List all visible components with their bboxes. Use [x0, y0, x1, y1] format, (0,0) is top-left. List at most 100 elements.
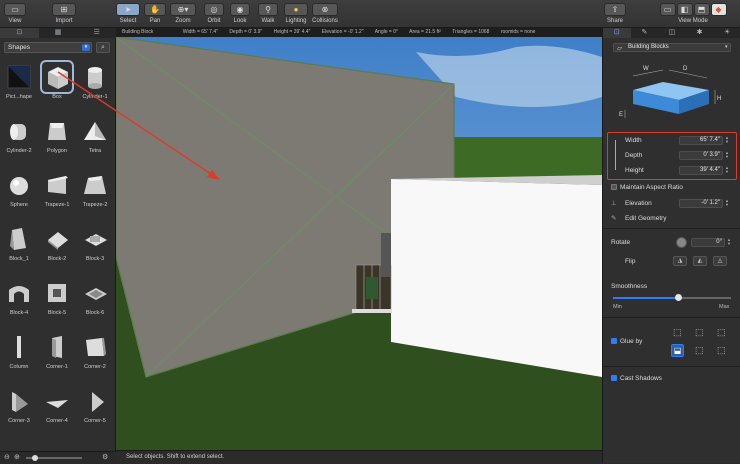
shape-library-item[interactable]: Polygon: [40, 114, 74, 166]
shape-library-item[interactable]: Block-4: [2, 276, 36, 328]
edit-geometry-icon: ✎: [611, 215, 617, 222]
zoom-tool-button[interactable]: ⊕▾ Zoom: [170, 3, 196, 24]
flip-horizontal-icon[interactable]: ◮: [673, 256, 687, 266]
walk-tool-button[interactable]: ⚲ Walk: [258, 3, 278, 24]
view-mode-render-icon[interactable]: ◆: [710, 3, 727, 16]
shape-library-item[interactable]: Corner-3: [2, 384, 36, 436]
search-icon[interactable]: ⌕: [96, 42, 110, 53]
inspector-tab-material-icon[interactable]: ✎: [631, 28, 659, 38]
shape-library-item[interactable]: Trapeze-2: [78, 168, 112, 220]
library-tab-materials-icon[interactable]: ▦: [39, 28, 78, 38]
shape-library-item[interactable]: Pict...hape: [2, 60, 36, 112]
inspector-tab-camera-icon[interactable]: ◫: [658, 28, 686, 38]
shape-label: Trapeze-1: [44, 202, 70, 208]
aspect-link-icon[interactable]: [615, 140, 621, 170]
shape-library-item[interactable]: Corner-1: [40, 330, 74, 382]
rotate-knob[interactable]: [676, 237, 687, 248]
smoothness-label: Smoothness: [611, 283, 648, 290]
scene-render: [116, 37, 602, 450]
zoom-in-icon[interactable]: ⊕: [14, 453, 20, 461]
pan-tool-button[interactable]: ✋ Pan: [144, 3, 166, 24]
shape-label: Tetra: [88, 148, 102, 154]
library-tabs: ⊡ ▦ ☰: [0, 28, 116, 38]
object-type-dropdown[interactable]: Building Blocks: [613, 43, 731, 52]
width-field[interactable]: 65' 7.4": [679, 136, 723, 145]
glue-right-icon[interactable]: ⬚: [717, 327, 726, 338]
box-icon: [40, 60, 74, 94]
3d-viewport[interactable]: [116, 37, 602, 450]
select-tool-button[interactable]: ➤ Select: [116, 3, 140, 24]
flip-vertical-icon[interactable]: ◬: [713, 256, 727, 266]
shape-library-item[interactable]: Corner-4: [40, 384, 74, 436]
shape-label: Block-2: [47, 256, 67, 262]
glue-top-icon[interactable]: ⬚: [695, 327, 704, 338]
block-icon: ▱: [617, 45, 622, 52]
glue-bottom-icon[interactable]: ⬓: [671, 344, 684, 357]
info-area: Area = 21.5 ft²: [409, 29, 441, 35]
view-mode-3d-icon[interactable]: ⬒: [693, 3, 710, 16]
import-button[interactable]: ⊞ Import: [52, 3, 76, 24]
look-tool-button[interactable]: ◉ Look: [230, 3, 250, 24]
depth-field[interactable]: 0' 3.9": [679, 151, 723, 160]
shape-library-item[interactable]: Corner-5: [78, 384, 112, 436]
cast-shadows-checkbox[interactable]: Cast Shadows: [611, 375, 662, 382]
view-button[interactable]: ▭ View: [4, 3, 26, 24]
zoom-out-icon[interactable]: ⊖: [4, 453, 10, 461]
library-tab-objects-icon[interactable]: ⊡: [0, 28, 39, 38]
shape-library-item[interactable]: Cylinder-2: [2, 114, 36, 166]
inspector-tab-object-icon[interactable]: ⊡: [603, 28, 631, 38]
shape-library-item[interactable]: Column: [2, 330, 36, 382]
height-field[interactable]: 39' 4.4": [679, 166, 723, 175]
height-stepper[interactable]: ▲ ▼: [724, 166, 730, 175]
shape-library-item[interactable]: Sphere: [2, 168, 36, 220]
glue-front-icon[interactable]: ⬚: [673, 327, 682, 338]
shape-label: Column: [9, 364, 29, 370]
share-button[interactable]: ⇪ Share: [604, 3, 626, 24]
category-dropdown[interactable]: Shapes ▾: [4, 42, 92, 53]
main-toolbar: ▭ View ⊞ Import ➤ Select ✋ Pan ⊕▾ Zoom ◎…: [0, 0, 740, 28]
collisions-button[interactable]: ⊗ Collisions: [312, 3, 338, 24]
inspector-tab-sun-icon[interactable]: ☀: [713, 28, 740, 38]
flip-depth-icon[interactable]: ◭: [693, 256, 707, 266]
edit-geometry-button[interactable]: Edit Geometry: [625, 215, 667, 222]
elevation-stepper[interactable]: ▲ ▼: [724, 199, 730, 208]
elevation-field[interactable]: -0' 1.2": [679, 199, 723, 208]
shape-library-item[interactable]: Trapeze-1: [40, 168, 74, 220]
height-label: Height: [625, 167, 644, 174]
shape-library-item[interactable]: Block-3: [78, 222, 112, 274]
width-stepper[interactable]: ▲ ▼: [724, 136, 730, 145]
shape-library-item[interactable]: Block-2: [40, 222, 74, 274]
inspector-tab-settings-icon[interactable]: ✱: [686, 28, 714, 38]
shape-library-item[interactable]: Block-5: [40, 276, 74, 328]
smoothness-slider[interactable]: [613, 294, 731, 301]
glue-left-icon[interactable]: ⬚: [695, 345, 704, 356]
lightbulb-icon: ●: [284, 3, 308, 16]
shape-label: Polygon: [47, 148, 67, 154]
elevation-icon: ⊥: [611, 200, 617, 207]
glue-by-checkbox[interactable]: Glue by: [611, 338, 642, 345]
orbit-tool-button[interactable]: ◎ Orbit: [204, 3, 224, 24]
shape-library-item[interactable]: Block_1: [2, 222, 36, 274]
slider-thumb[interactable]: [32, 455, 38, 461]
shape-library-item[interactable]: Box: [40, 60, 74, 112]
diagram-e-label: E: [619, 112, 623, 118]
shape-library-item[interactable]: Block-6: [78, 276, 112, 328]
lighting-button[interactable]: ● Lighting: [284, 3, 308, 24]
shape-library-item[interactable]: Tetra: [78, 114, 112, 166]
shape-library-item[interactable]: Corner-2: [78, 330, 112, 382]
shape-library-item[interactable]: Cylinder-1: [78, 60, 112, 112]
info-elevation: Elevation = -0' 1.2": [321, 29, 364, 35]
rotate-field[interactable]: 0°: [691, 238, 725, 247]
maintain-aspect-checkbox[interactable]: Maintain Aspect Ratio: [611, 184, 683, 191]
view-mode-split-icon[interactable]: ◧: [676, 3, 693, 16]
glue-back-icon[interactable]: ⬚: [717, 345, 726, 356]
library-tab-list-icon[interactable]: ☰: [77, 28, 116, 38]
rotate-stepper[interactable]: ▲ ▼: [726, 238, 732, 247]
chevron-down-icon[interactable]: ▾: [725, 44, 728, 50]
thumbnail-size-slider[interactable]: [26, 455, 82, 461]
view-mode-2d-icon[interactable]: ▭: [659, 3, 676, 16]
depth-stepper[interactable]: ▲ ▼: [724, 151, 730, 160]
smoothness-thumb[interactable]: [674, 294, 682, 301]
gear-icon[interactable]: ⚙: [102, 453, 108, 461]
block-icon: [82, 226, 108, 252]
